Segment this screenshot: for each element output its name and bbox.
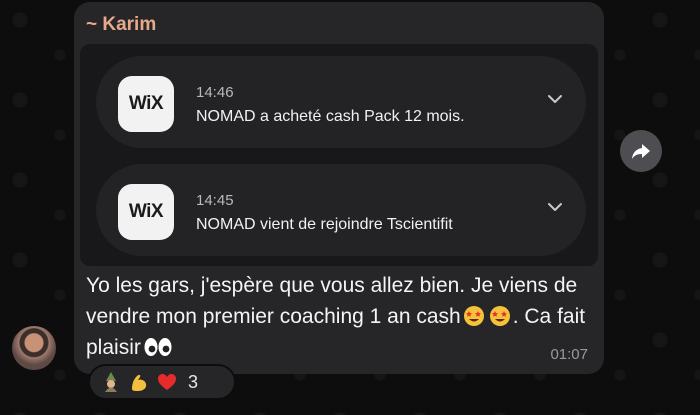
wix-app-icon: WiX (118, 184, 174, 240)
message-text: Yo les gars, j'espère que vous allez bie… (86, 270, 586, 363)
notification-text: NOMAD a acheté cash Pack 12 mois. (196, 108, 465, 125)
screenshot-image[interactable]: WiX 14:46 NOMAD a acheté cash Pack 12 mo… (80, 44, 598, 266)
eyes-emoji (144, 338, 172, 356)
forward-arrow-icon (632, 144, 650, 159)
notification-time: 14:46 (196, 84, 234, 101)
chevron-down-icon (548, 95, 562, 103)
forward-button[interactable] (620, 130, 662, 172)
mage-emoji (105, 372, 117, 392)
avatar[interactable] (12, 326, 56, 370)
message-timestamp: 01:07 (550, 346, 588, 363)
star-struck-emoji (489, 306, 510, 326)
message-bubble[interactable]: ~ Karim WiX 14:46 NOMAD a acheté cash Pa… (74, 2, 604, 374)
chevron-down-icon (548, 203, 562, 211)
star-struck-emoji (463, 306, 484, 326)
notification-card: WiX 14:46 NOMAD a acheté cash Pack 12 mo… (96, 56, 586, 148)
sender-name[interactable]: ~ Karim (86, 14, 156, 36)
notification-card: WiX 14:45 NOMAD vient de rejoindre Tscie… (96, 164, 586, 256)
notification-text: NOMAD vient de rejoindre Tscientifit (196, 216, 453, 233)
red-heart-emoji (158, 374, 176, 390)
wix-app-icon: WiX (118, 76, 174, 132)
notification-time: 14:45 (196, 192, 234, 209)
reaction-count: 3 (188, 371, 199, 392)
flexed-biceps-emoji (132, 374, 147, 391)
reactions-bar[interactable]: 3 (88, 364, 236, 400)
